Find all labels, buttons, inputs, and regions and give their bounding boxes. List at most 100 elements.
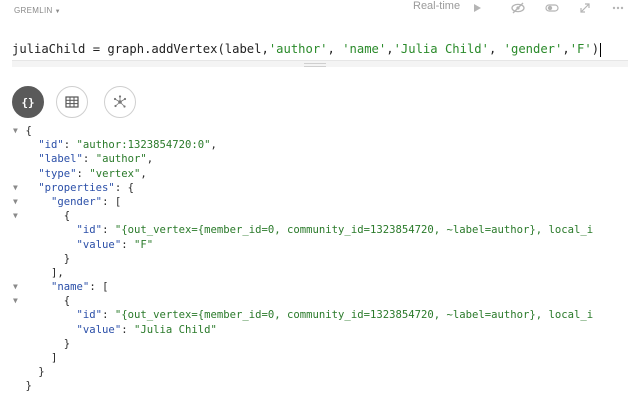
json-text: "id": "{out_vertex={member_id=0, communi… <box>77 223 594 237</box>
query-string-literal: 'name' <box>342 42 387 56</box>
json-punctuation: : <box>102 224 115 237</box>
json-key: "id" <box>76 309 103 322</box>
json-line: } <box>0 379 640 393</box>
query-string-literal: 'gender' <box>503 42 563 56</box>
json-line: "value": "Julia Child" <box>0 323 640 337</box>
collapse-arrow-icon[interactable]: ▼ <box>13 209 18 223</box>
language-selector[interactable]: GREMLIN ▼ <box>14 6 61 15</box>
json-value: "F" <box>133 238 154 251</box>
json-key: "value" <box>76 238 122 251</box>
query-editor[interactable]: juliaChild = graph.addVertex(label,'auth… <box>12 40 628 61</box>
json-line: "id": "{out_vertex={member_id=0, communi… <box>0 223 640 237</box>
json-key: "properties" <box>38 181 115 194</box>
json-key: "gender" <box>51 195 103 208</box>
json-punctuation: ] <box>51 352 58 364</box>
json-punctuation: { <box>25 125 32 137</box>
json-line: "id": "author:1323854720:0", <box>0 138 640 152</box>
json-text: "gender": [ <box>51 195 121 209</box>
json-punctuation: } <box>63 252 71 265</box>
toggle-icon[interactable] <box>545 2 559 17</box>
graph-icon <box>113 95 127 108</box>
json-text: } <box>64 337 70 351</box>
json-punctuation: : { <box>114 181 134 194</box>
json-value: "vertex" <box>89 167 141 180</box>
json-line: "id": "{out_vertex={member_id=0, communi… <box>0 308 640 322</box>
json-text: } <box>26 379 32 393</box>
json-text: "id": "author:1323854720:0", <box>38 138 217 152</box>
collapse-arrow-icon[interactable]: ▼ <box>13 195 18 209</box>
collapse-arrow-icon[interactable]: ▼ <box>13 280 18 294</box>
json-punctuation: } <box>25 380 32 393</box>
svg-text:{}: {} <box>21 96 34 109</box>
json-punctuation: : <box>63 139 77 152</box>
braces-icon: {} <box>21 96 34 109</box>
play-icon[interactable] <box>471 2 483 17</box>
json-line: ▼ "properties": { <box>0 181 640 195</box>
json-value: "{out_vertex={member_id=0, community_id=… <box>114 224 594 237</box>
json-punctuation: : <box>121 323 134 336</box>
json-view-button[interactable]: {} <box>12 86 44 118</box>
json-punctuation: , <box>140 167 147 180</box>
query-punctuation: ) <box>591 42 600 56</box>
json-value: "author" <box>95 153 147 166</box>
expand-icon[interactable] <box>579 2 591 17</box>
resize-splitter[interactable] <box>12 61 628 67</box>
language-label: GREMLIN <box>14 6 53 15</box>
mode-label: Real-time <box>413 0 461 12</box>
json-line: ▼{ <box>0 124 640 138</box>
chevron-down-icon: ▼ <box>54 9 61 15</box>
json-punctuation: { <box>63 295 71 308</box>
json-punctuation: } <box>63 337 71 350</box>
json-text: "value": "Julia Child" <box>77 323 217 337</box>
json-line: ▼ "gender": [ <box>0 195 640 209</box>
json-punctuation: : <box>76 167 90 180</box>
json-punctuation: : <box>102 309 115 322</box>
table-icon <box>65 96 79 108</box>
eye-slash-icon[interactable] <box>511 2 525 17</box>
json-key: "name" <box>51 281 90 294</box>
json-key: "value" <box>76 323 122 336</box>
json-line: "type": "vertex", <box>0 167 640 181</box>
json-line: "label": "author", <box>0 152 640 166</box>
graph-view-button[interactable] <box>104 86 136 118</box>
json-text: } <box>64 252 70 266</box>
more-icon[interactable] <box>612 2 624 17</box>
query-code: juliaChild = graph.addVertex(label, <box>12 42 269 56</box>
json-text: "type": "vertex", <box>38 167 146 181</box>
json-key: "label" <box>38 153 83 166</box>
collapse-arrow-icon[interactable]: ▼ <box>13 294 18 308</box>
query-punctuation: , <box>562 42 570 56</box>
json-value: "Julia Child" <box>133 323 217 336</box>
json-text: { <box>64 209 70 223</box>
json-text: "id": "{out_vertex={member_id=0, communi… <box>77 308 594 322</box>
json-text: "properties": { <box>38 181 134 195</box>
json-text: { <box>26 124 32 138</box>
json-line: ▼{ <box>0 209 640 223</box>
json-text: { <box>64 294 70 308</box>
json-line: ] <box>0 351 640 365</box>
json-line: } <box>0 337 640 351</box>
query-punctuation: , <box>327 42 343 56</box>
json-value: "author:1323854720:0" <box>76 139 211 152</box>
table-view-button[interactable] <box>56 86 88 118</box>
json-line: ▼ "name": [ <box>0 280 640 294</box>
json-text: ], <box>51 266 64 280</box>
json-result-view: ▼{"id": "author:1323854720:0", "label": "… <box>0 124 640 394</box>
json-text: } <box>38 365 44 379</box>
query-string-literal: 'Julia Child' <box>393 42 489 56</box>
json-line: ▼{ <box>0 294 640 308</box>
collapse-arrow-icon[interactable]: ▼ <box>13 124 18 138</box>
collapse-arrow-icon[interactable]: ▼ <box>13 181 18 195</box>
json-punctuation: , <box>146 153 154 166</box>
json-punctuation: { <box>63 210 71 223</box>
json-text: "value": "F" <box>77 238 154 252</box>
json-text: "name": [ <box>51 280 108 294</box>
query-string-literal: 'author' <box>268 42 328 56</box>
json-line: } <box>0 365 640 379</box>
query-punctuation: , <box>488 42 504 56</box>
json-text: "label": "author", <box>38 152 153 166</box>
json-text: ] <box>51 351 57 365</box>
json-punctuation: : [ <box>102 195 122 208</box>
json-value: "{out_vertex={member_id=0, community_id=… <box>114 309 594 322</box>
json-line: ], <box>0 266 640 280</box>
